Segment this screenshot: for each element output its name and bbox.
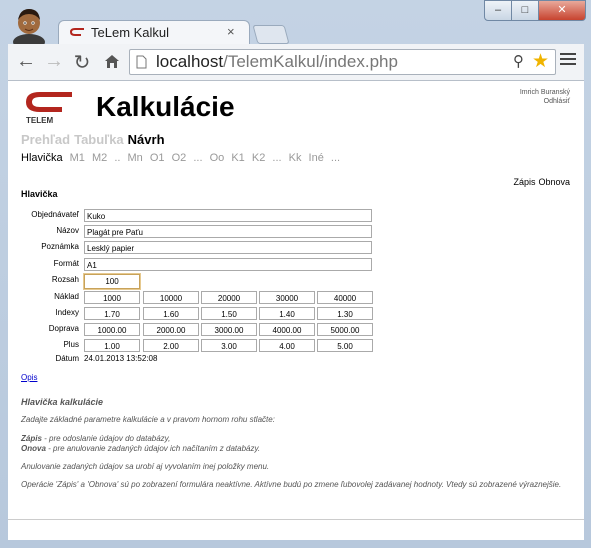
section-title: Hlavička [21, 189, 58, 199]
help-paragraph-4: Operácie 'Zápis' a 'Obnova' sú po zobraz… [21, 480, 562, 489]
transport-field-4[interactable]: 4000.00 [259, 323, 315, 336]
format-field[interactable]: A1 [84, 258, 372, 271]
sub-nav-item: ... [272, 152, 282, 164]
note-field[interactable]: Lesklý papier [84, 241, 372, 254]
page-content: TELEM Kalkulácie Imrich Buranský Odhlási… [8, 81, 584, 540]
window-controls: – □ ✕ [484, 0, 586, 21]
sub-nav-item[interactable]: K1 [231, 152, 244, 164]
close-window-button[interactable]: ✕ [538, 0, 586, 21]
sub-nav: Hlavička M1 M2 .. Mn O1 O2 ... Oo K1 K2 … [21, 152, 344, 164]
nav-table[interactable]: Tabuľka [74, 132, 124, 147]
home-icon[interactable] [104, 54, 120, 69]
date-label: Dátum [55, 354, 79, 363]
index-field-1[interactable]: 1.70 [84, 307, 140, 320]
sub-nav-item[interactable]: M2 [92, 152, 107, 164]
user-avatar-icon[interactable] [10, 6, 48, 46]
sub-nav-item[interactable]: O2 [172, 152, 187, 164]
tab-close-icon[interactable]: × [227, 24, 235, 39]
opis-link[interactable]: Opis [21, 373, 37, 382]
cost-field-5[interactable]: 40000 [317, 291, 373, 304]
page-icon [136, 55, 147, 69]
range-field[interactable]: 100 [83, 273, 141, 290]
tab-title: TeLem Kalkul [91, 25, 170, 40]
name-label: Názov [56, 226, 79, 235]
search-icon[interactable]: ⚲ [513, 52, 524, 70]
page-title: Kalkulácie [96, 91, 235, 122]
cost-label: Náklad [54, 292, 79, 301]
restore-button[interactable]: Obnova [538, 177, 570, 187]
sub-nav-item[interactable]: Oo [210, 152, 225, 164]
help-paragraph-3: Anulovanie zadaných údajov sa urobí aj v… [21, 462, 270, 471]
nav-overview[interactable]: Prehľad [21, 132, 70, 147]
cost-field-1[interactable]: 1000 [84, 291, 140, 304]
nav-design[interactable]: Návrh [128, 132, 165, 147]
sub-nav-item[interactable]: O1 [150, 152, 165, 164]
plus-label: Plus [63, 340, 79, 349]
main-nav: Prehľad Tabuľka Návrh [21, 132, 169, 147]
cost-field-2[interactable]: 10000 [143, 291, 199, 304]
sub-nav-item[interactable]: Iné [309, 152, 324, 164]
save-button[interactable]: Zápis [513, 177, 535, 187]
index-field-5[interactable]: 1.30 [317, 307, 373, 320]
new-tab-button[interactable] [252, 25, 290, 44]
url-text: localhost/TelemKalkul/index.php [156, 52, 398, 71]
address-bar[interactable]: localhost/TelemKalkul/index.php ⚲ ★ [129, 49, 556, 75]
forward-arrow-icon[interactable]: → [42, 50, 66, 73]
transport-label: Doprava [48, 324, 79, 333]
sub-nav-item[interactable]: Hlavička [21, 152, 63, 164]
help-paragraph-2: Zápis - pre odoslanie údajov do databázy… [21, 434, 261, 453]
minimize-button[interactable]: – [484, 0, 512, 21]
plus-field-5[interactable]: 5.00 [317, 339, 373, 352]
form-actions: Zápis Obnova [510, 177, 570, 187]
index-label: Indexy [55, 308, 79, 317]
plus-field-1[interactable]: 1.00 [84, 339, 140, 352]
plus-field-4[interactable]: 4.00 [259, 339, 315, 352]
format-label: Formát [53, 259, 79, 268]
cost-field-3[interactable]: 20000 [201, 291, 257, 304]
sub-nav-item: ... [193, 152, 203, 164]
index-field-3[interactable]: 1.50 [201, 307, 257, 320]
browser-toolbar: ← → ↻ localhost/TelemKalkul/index.php ⚲ … [8, 44, 584, 81]
telem-logo: TELEM [26, 92, 72, 125]
index-field-2[interactable]: 1.60 [143, 307, 199, 320]
menu-icon[interactable] [560, 53, 576, 68]
logout-link[interactable]: Odhlásiť [520, 97, 570, 106]
transport-field-5[interactable]: 5000.00 [317, 323, 373, 336]
browser-tab[interactable]: TeLem Kalkul × [58, 20, 250, 45]
bookmark-star-icon[interactable]: ★ [532, 50, 549, 73]
status-divider [8, 519, 584, 520]
sub-nav-item[interactable]: K2 [252, 152, 265, 164]
maximize-button[interactable]: □ [511, 0, 539, 21]
customer-label: Objednávateľ [31, 210, 79, 219]
sub-nav-item[interactable]: Mn [128, 152, 143, 164]
help-paragraph-1: Zadajte základné parametre kalkulácie a … [21, 415, 275, 424]
user-name: Imrich Buranský [519, 89, 570, 96]
index-field-4[interactable]: 1.40 [259, 307, 315, 320]
plus-field-2[interactable]: 2.00 [143, 339, 199, 352]
note-label: Poznámka [41, 242, 79, 251]
browser-window: TeLem Kalkul × – □ ✕ ← → ↻ localhost/Tel… [0, 0, 591, 548]
back-arrow-icon[interactable]: ← [14, 50, 38, 73]
telem-favicon-icon [70, 28, 84, 36]
plus-field-3[interactable]: 3.00 [201, 339, 257, 352]
svg-text:TELEM: TELEM [26, 116, 53, 125]
transport-field-3[interactable]: 3000.00 [201, 323, 257, 336]
date-value: 24.01.2013 13:52:08 [84, 354, 158, 363]
name-field[interactable]: Plagát pre Paťu [84, 225, 372, 238]
sub-nav-item: .. [114, 152, 121, 164]
sub-nav-item: ... [330, 152, 341, 164]
customer-field[interactable]: Kuko [84, 209, 372, 222]
reload-icon[interactable]: ↻ [70, 50, 94, 75]
range-label: Rozsah [51, 275, 79, 284]
transport-field-2[interactable]: 2000.00 [143, 323, 199, 336]
user-info: Imrich Buranský Odhlásiť [520, 88, 570, 106]
cost-field-4[interactable]: 30000 [259, 291, 315, 304]
help-title: Hlavička kalkulácie [21, 397, 104, 407]
transport-field-1[interactable]: 1000.00 [84, 323, 140, 336]
sub-nav-item[interactable]: Kk [289, 152, 302, 164]
sub-nav-item[interactable]: M1 [70, 152, 85, 164]
